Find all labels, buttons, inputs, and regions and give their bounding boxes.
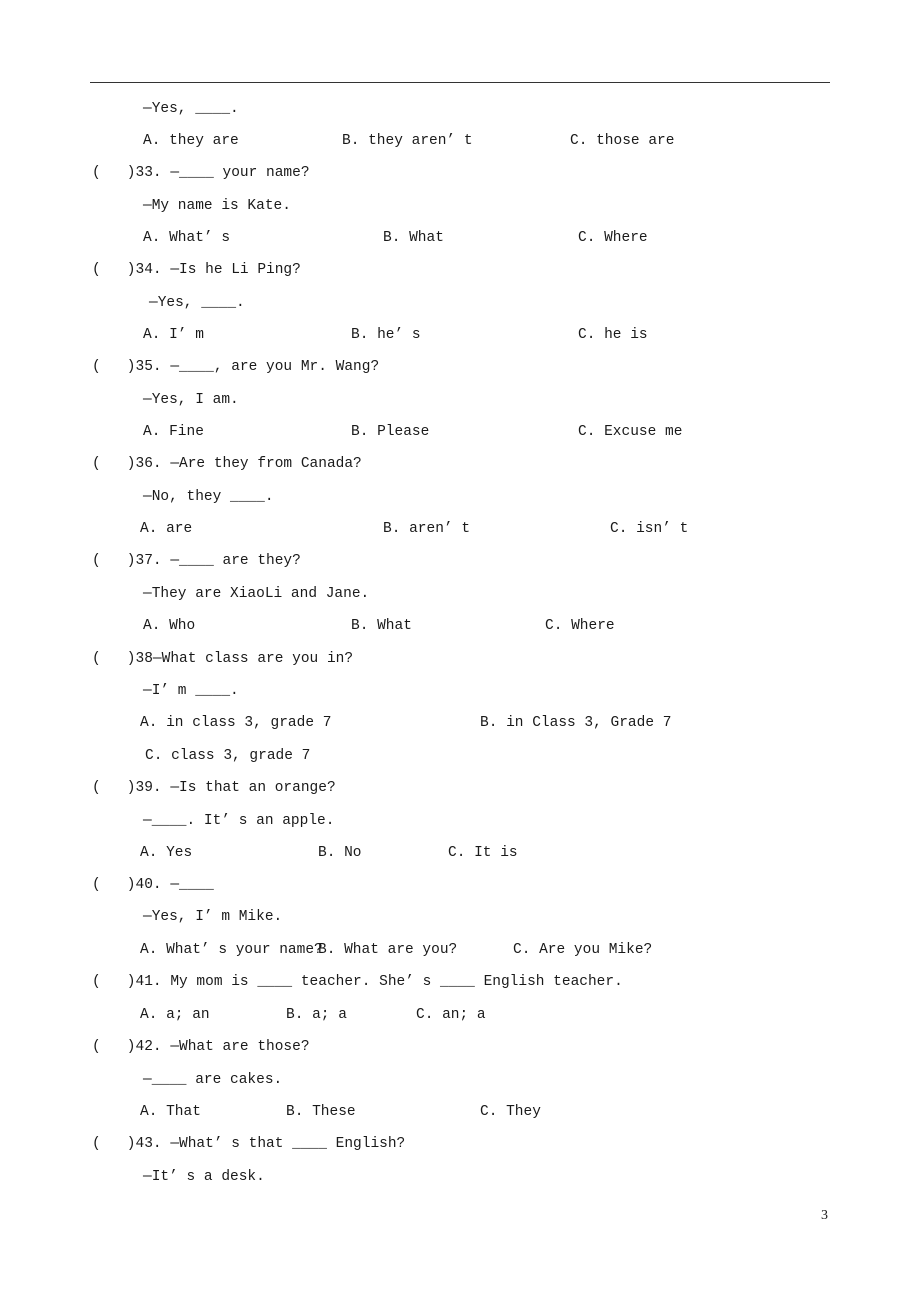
q43-question: ( )43. —What’ s that ____ English? [92, 1136, 406, 1152]
q40-answer: —Yes, I’ m Mike. [143, 909, 283, 925]
q32-option-b: B. they aren’ t [342, 133, 473, 149]
q36-option-b: B. aren’ t [383, 521, 471, 537]
q37-option-c: C. Where [545, 618, 615, 634]
q32-option-c: C. those are [570, 133, 675, 149]
q39-option-b: B. No [318, 845, 362, 861]
q35-answer: —Yes, I am. [143, 392, 239, 408]
q40-option-b: B. What are you? [318, 942, 458, 958]
q35-option-b: B. Please [351, 424, 430, 440]
q35-option-c: C. Excuse me [578, 424, 683, 440]
q34-answer: —Yes, ____. [149, 295, 245, 311]
q34-question: ( )34. —Is he Li Ping? [92, 262, 301, 278]
q41-option-b: B. a; a [286, 1007, 347, 1023]
q41-option-a: A. a; an [140, 1007, 210, 1023]
q34-option-c: C. he is [578, 327, 648, 343]
page-number: 3 [821, 1208, 828, 1223]
q33-question: ( )33. —____ your name? [92, 165, 310, 181]
q36-option-c: C. isn’ t [610, 521, 689, 537]
q42-question: ( )42. —What are those? [92, 1039, 310, 1055]
q33-answer: —My name is Kate. [143, 198, 291, 214]
q38-option-a: A. in class 3, grade 7 [140, 715, 332, 731]
q40-question: ( )40. —____ [92, 877, 214, 893]
q42-answer: —____ are cakes. [143, 1072, 283, 1088]
q39-option-c: C. It is [448, 845, 518, 861]
q33-option-b: B. What [383, 230, 444, 246]
q39-question: ( )39. —Is that an orange? [92, 780, 336, 796]
q37-option-a: A. Who [143, 618, 196, 634]
q33-option-a: A. What’ s [143, 230, 231, 246]
q38-answer: —I’ m ____. [143, 683, 239, 699]
q43-answer: —It’ s a desk. [143, 1169, 265, 1185]
q37-answer: —They are XiaoLi and Jane. [143, 586, 370, 602]
q40-option-c: C. Are you Mike? [513, 942, 653, 958]
q40-option-a: A. What’ s your name? [140, 942, 323, 958]
q32-answer: —Yes, ____. [143, 101, 239, 117]
q39-answer: —____. It’ s an apple. [143, 813, 335, 829]
q42-option-c: C. They [480, 1104, 541, 1120]
q34-option-a: A. I’ m [143, 327, 204, 343]
q41-option-c: C. an; a [416, 1007, 486, 1023]
q42-option-a: A. That [140, 1104, 201, 1120]
q34-option-b: B. he’ s [351, 327, 421, 343]
q36-option-a: A. are [140, 521, 193, 537]
q33-option-c: C. Where [578, 230, 648, 246]
q36-answer: —No, they ____. [143, 489, 274, 505]
q35-option-a: A. Fine [143, 424, 204, 440]
q42-option-b: B. These [286, 1104, 356, 1120]
q32-option-a: A. they are [143, 133, 239, 149]
q38-option-c: C. class 3, grade 7 [145, 748, 311, 764]
q37-option-b: B. What [351, 618, 412, 634]
q35-question: ( )35. —____, are you Mr. Wang? [92, 359, 380, 375]
q36-question: ( )36. —Are they from Canada? [92, 456, 362, 472]
header-rule [90, 82, 830, 83]
q37-question: ( )37. —____ are they? [92, 553, 301, 569]
q39-option-a: A. Yes [140, 845, 193, 861]
q41-question: ( )41. My mom is ____ teacher. She’ s __… [92, 974, 623, 990]
q38-question: ( )38—What class are you in? [92, 651, 354, 667]
q38-option-b: B. in Class 3, Grade 7 [480, 715, 672, 731]
